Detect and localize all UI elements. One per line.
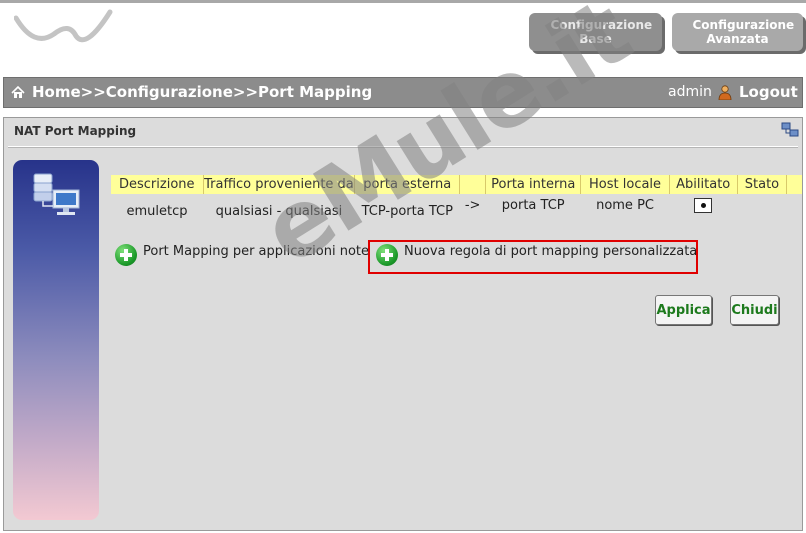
home-icon[interactable]: [11, 86, 25, 99]
brand-logo: [14, 9, 113, 43]
breadcrumb[interactable]: Home>>Configurazione>>Port Mapping: [32, 83, 372, 101]
sidebar-panel: [13, 160, 99, 520]
column-header-descrizione: Descrizione: [111, 175, 204, 194]
cell-porta-interna: porta TCP: [501, 198, 565, 213]
username: admin: [668, 84, 712, 100]
apply-button-label: Applica: [656, 302, 711, 318]
cell-host-locale: nome PC: [596, 198, 654, 213]
top-border: [0, 0, 806, 3]
table-row[interactable]: emuletcp qualsiasi - qualsiasi TCP-porta…: [111, 194, 802, 228]
column-header-host-locale: Host locale: [580, 175, 670, 194]
close-button-label: Chiudi: [731, 302, 778, 318]
cell-abilitato: [669, 194, 737, 228]
close-button[interactable]: Chiudi: [730, 295, 779, 325]
highlight-box: [368, 240, 698, 274]
tab-configurazione-avanzata-label: Configurazione Avanzata: [692, 18, 795, 46]
enabled-radio[interactable]: [694, 198, 713, 213]
cell-arrow: ->: [464, 198, 481, 213]
apply-button[interactable]: Applica: [655, 295, 712, 325]
column-header-porta-interna: Porta interna: [485, 175, 581, 194]
breadcrumb-link[interactable]: Home>>Configurazione>>Port Mapping: [32, 83, 372, 101]
column-header-stato: Stato: [736, 175, 787, 194]
cell-stato: [737, 194, 787, 228]
add-icon: [115, 244, 137, 266]
column-header-spacer: [786, 175, 802, 194]
tab-configurazione-avanzata[interactable]: Configurazione Avanzata: [672, 13, 803, 51]
logout-link[interactable]: Logout: [739, 83, 798, 101]
user-icon: [718, 85, 732, 100]
server-computer-icon: [33, 173, 80, 215]
cell-descrizione: emuletcp: [126, 203, 188, 219]
panel-title: NAT Port Mapping: [14, 124, 137, 138]
column-header-abilitato: Abilitato: [668, 175, 738, 194]
network-icon[interactable]: [781, 122, 799, 138]
cell-spacer: [787, 194, 802, 228]
